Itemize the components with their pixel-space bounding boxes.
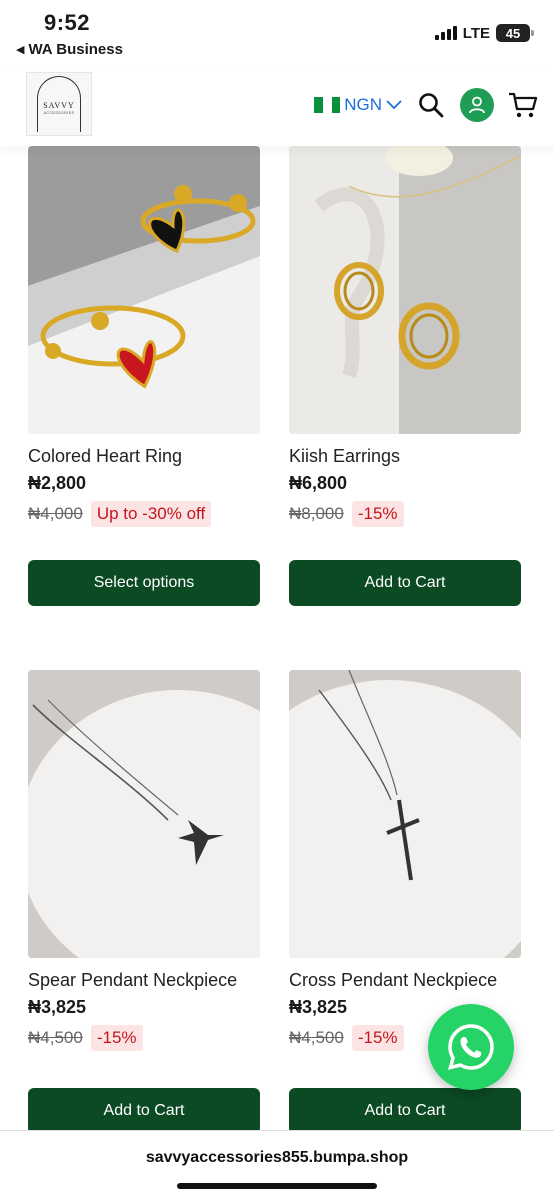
user-icon [469,96,485,114]
product-name[interactable]: Spear Pendant Neckpiece [28,970,260,991]
nigeria-flag-icon [314,97,341,113]
back-triangle-icon: ◀ [16,44,25,56]
logo-word: SAVVY [43,100,75,110]
logo-subtext: ACCESSORIES [43,110,75,115]
signal-icon [434,26,457,40]
chevron-down-icon [386,100,402,110]
product-price: ₦2,800 [28,473,87,493]
discount-badge: -15% [90,1025,143,1051]
cart-button[interactable] [508,90,538,120]
account-button[interactable] [460,88,494,122]
add-to-cart-button[interactable]: Add to Cart [289,560,521,606]
product-name[interactable]: Cross Pendant Neckpiece [289,970,521,991]
product-price: ₦6,800 [289,473,348,493]
whatsapp-chat-button[interactable] [428,1004,514,1090]
product-price: ₦3,825 [28,997,87,1017]
product-name[interactable]: Kiish Earrings [289,446,521,467]
whatsapp-icon [448,1024,494,1070]
search-icon [419,93,444,118]
home-indicator[interactable] [177,1183,377,1189]
status-indicators: LTE 45 [434,24,534,42]
currency-code: NGN [344,95,382,114]
select-options-button[interactable]: Select options [28,560,260,606]
price-comparison: ₦4,000 Up to -30% off [28,500,260,528]
product-card[interactable]: Cross Pendant Neckpiece ₦3,825 ₦4,500 -1… [289,670,521,1134]
product-card[interactable]: Kiish Earrings ₦6,800 ₦8,000 -15% Add to… [289,146,521,606]
battery-icon: 45 [496,24,534,42]
back-to-app-link[interactable]: ◀ WA Business [16,41,123,58]
status-time: 9:52 [44,10,91,35]
original-price: ₦4,000 [28,504,83,523]
back-app-label: WA Business [28,41,123,58]
product-image-cross-pendant[interactable] [289,670,521,958]
discount-badge: -15% [351,501,404,527]
price-comparison: ₦4,500 -15% [28,1024,260,1052]
store-logo[interactable]: SAVVY ACCESSORIES [26,72,92,136]
cart-icon [509,92,538,118]
browser-url-bar[interactable]: savvyaccessories855.bumpa.shop [0,1130,554,1200]
original-price: ₦8,000 [289,504,344,523]
product-card[interactable]: Spear Pendant Neckpiece ₦3,825 ₦4,500 -1… [28,670,260,1134]
product-image-earrings[interactable] [289,146,521,434]
discount-badge: -15% [351,1025,404,1051]
product-image-spear-pendant[interactable] [28,670,260,958]
network-label: LTE [462,24,490,42]
logo-arch: SAVVY ACCESSORIES [37,76,81,132]
search-button[interactable] [416,90,446,120]
product-image-heart-ring[interactable] [28,146,260,434]
url-text[interactable]: savvyaccessories855.bumpa.shop [0,1149,554,1167]
product-name[interactable]: Colored Heart Ring [28,446,260,467]
discount-badge: Up to -30% off [90,501,212,527]
original-price: ₦4,500 [28,1028,83,1047]
original-price: ₦4,500 [289,1028,344,1047]
header-actions: NGN [314,88,538,122]
currency-selector[interactable]: NGN [314,95,402,115]
product-card[interactable]: Colored Heart Ring ₦2,800 ₦4,000 Up to -… [28,146,260,606]
site-header: SAVVY ACCESSORIES NGN [0,66,554,146]
battery-level: 45 [505,25,521,41]
add-to-cart-button[interactable]: Add to Cart [28,1088,260,1134]
status-bar: 9:52 ◀ WA Business LTE 45 [0,0,554,66]
add-to-cart-button[interactable]: Add to Cart [289,1088,521,1134]
price-comparison: ₦8,000 -15% [289,500,521,528]
